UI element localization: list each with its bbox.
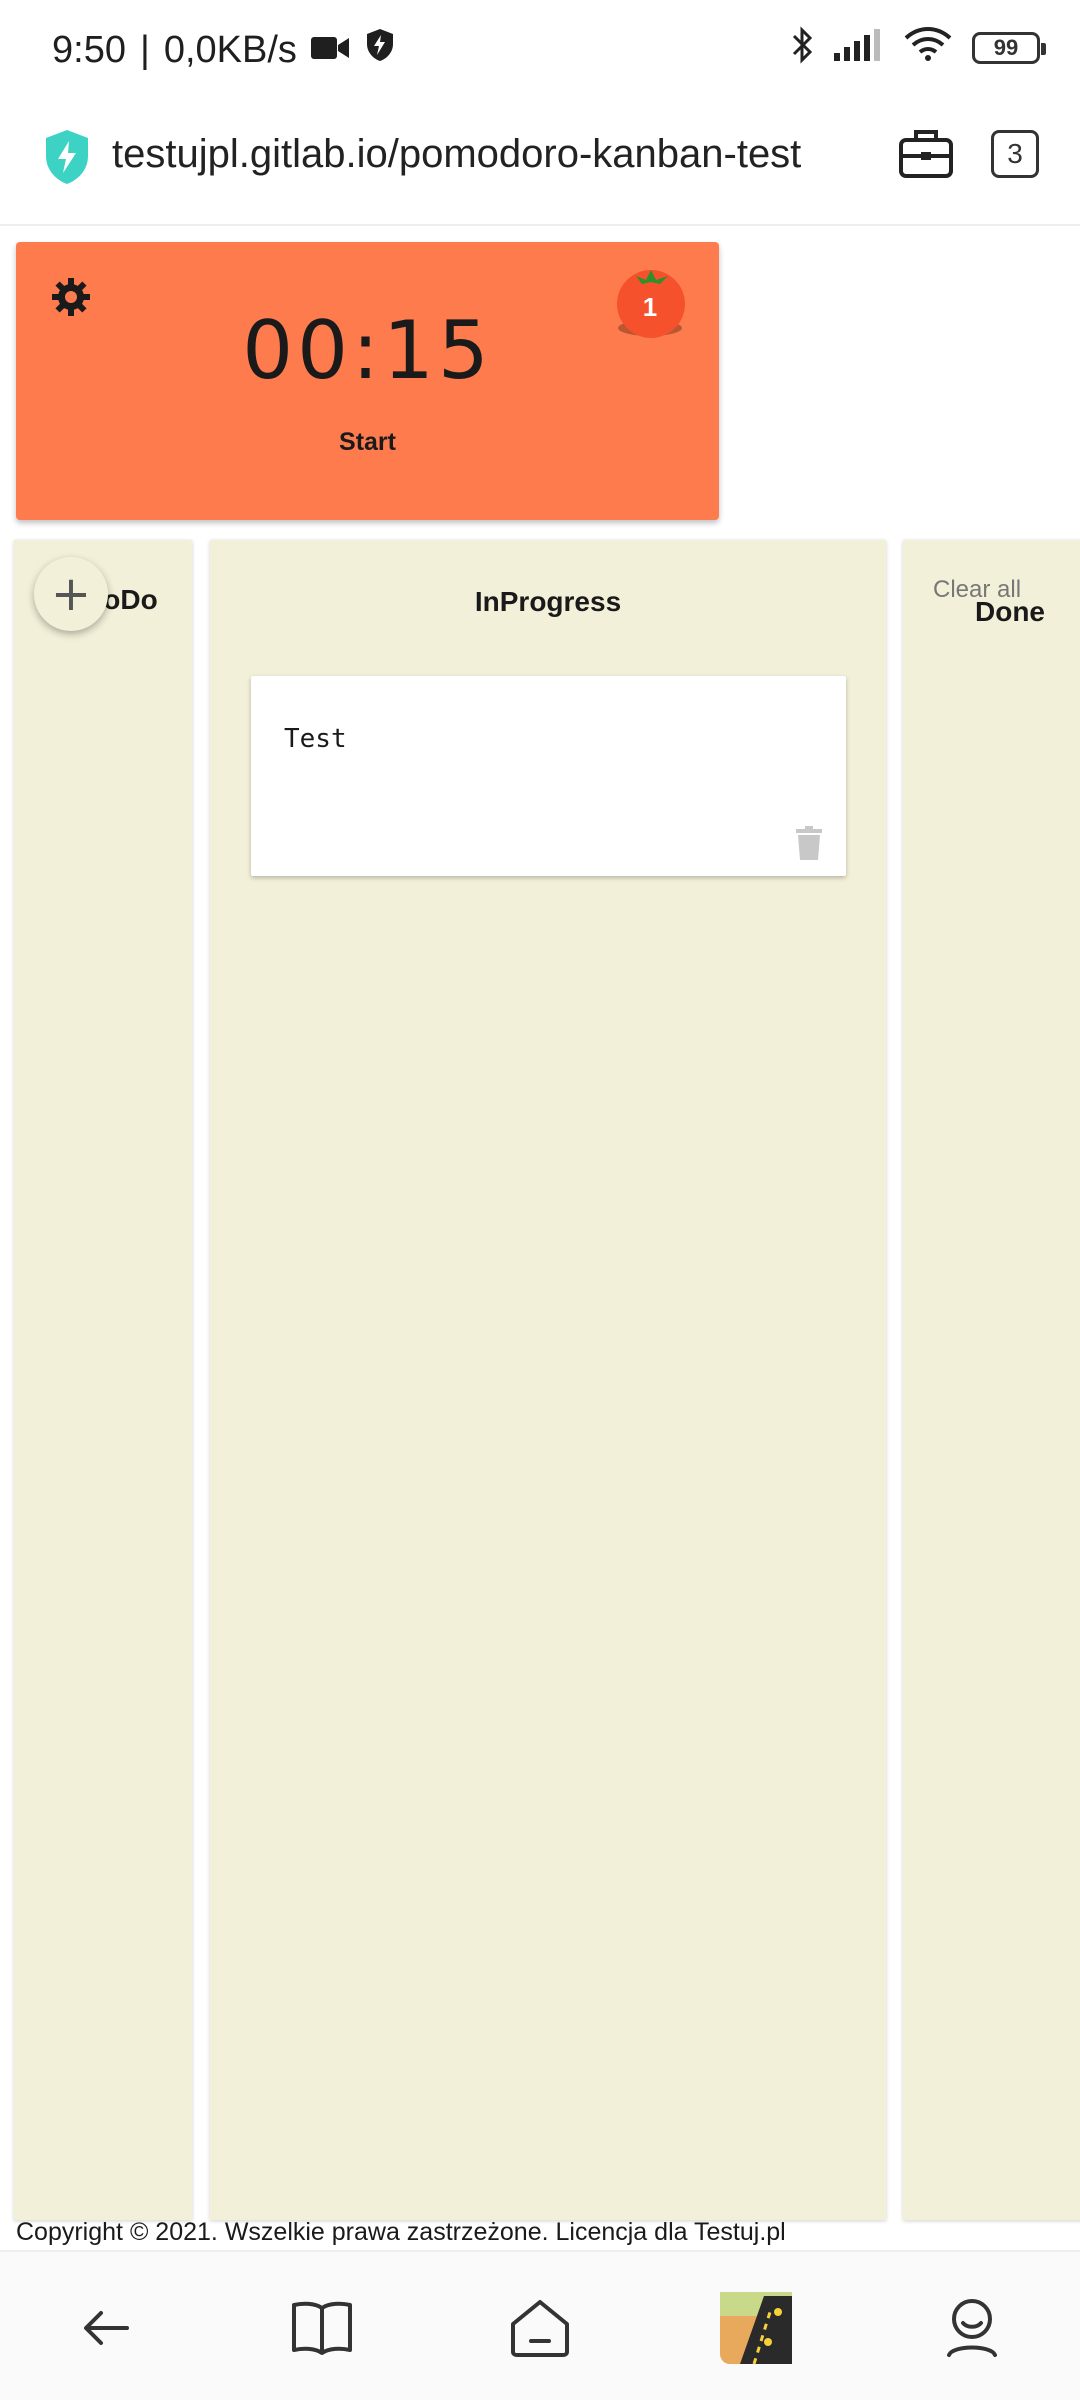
column-done: Clear all Done — [903, 540, 1080, 2220]
start-button[interactable]: Start — [16, 428, 719, 457]
status-left: 9:50 | 0,0KB/s — [52, 28, 395, 72]
column-title-inprogress: InProgress — [474, 586, 622, 617]
tomato-counter: 1 — [614, 266, 694, 346]
wifi-icon — [904, 26, 952, 69]
signal-icon — [834, 29, 884, 66]
bottom-navigation — [0, 2250, 1080, 2400]
pomodoro-timer-card: 00:15 Start 1 — [16, 242, 719, 520]
status-separator: | — [139, 28, 150, 71]
task-card-text[interactable]: Test — [284, 724, 347, 754]
pomodoro-count: 1 — [642, 292, 658, 322]
shield-bolt-icon — [365, 28, 395, 72]
column-todo: ToDo — [14, 540, 192, 2220]
video-camera-icon — [310, 29, 351, 72]
address-bar: testujpl.gitlab.io/pomodoro-kanban-test … — [0, 100, 1080, 226]
back-arrow-icon[interactable] — [70, 2292, 142, 2364]
task-card[interactable]: Test — [251, 676, 846, 876]
status-right: 99 — [790, 26, 1046, 69]
profile-icon[interactable] — [936, 2292, 1008, 2364]
app-thumbnail-icon[interactable] — [720, 2292, 792, 2364]
home-icon[interactable] — [504, 2292, 576, 2364]
url-text[interactable]: testujpl.gitlab.io/pomodoro-kanban-test — [112, 132, 801, 177]
tab-count-button[interactable]: 3 — [991, 130, 1039, 178]
trash-icon[interactable] — [796, 826, 822, 865]
column-title-done: Done — [975, 596, 1045, 627]
toolbox-icon[interactable] — [896, 126, 956, 187]
status-bar: 9:50 | 0,0KB/s 99 — [0, 0, 1080, 100]
page-root: 9:50 | 0,0KB/s 99 testujpl.gitlab.io/pom… — [0, 0, 1080, 2400]
battery-indicator: 99 — [972, 31, 1046, 64]
add-task-button[interactable]: + — [34, 557, 108, 631]
secure-shield-icon[interactable] — [42, 128, 92, 191]
book-icon[interactable] — [286, 2292, 358, 2364]
status-time: 9:50 — [52, 28, 126, 71]
copyright-text: Copyright © 2021. Wszelkie prawa zastrze… — [16, 2218, 786, 2246]
bluetooth-icon — [790, 26, 814, 69]
status-speed: 0,0KB/s — [163, 28, 297, 71]
